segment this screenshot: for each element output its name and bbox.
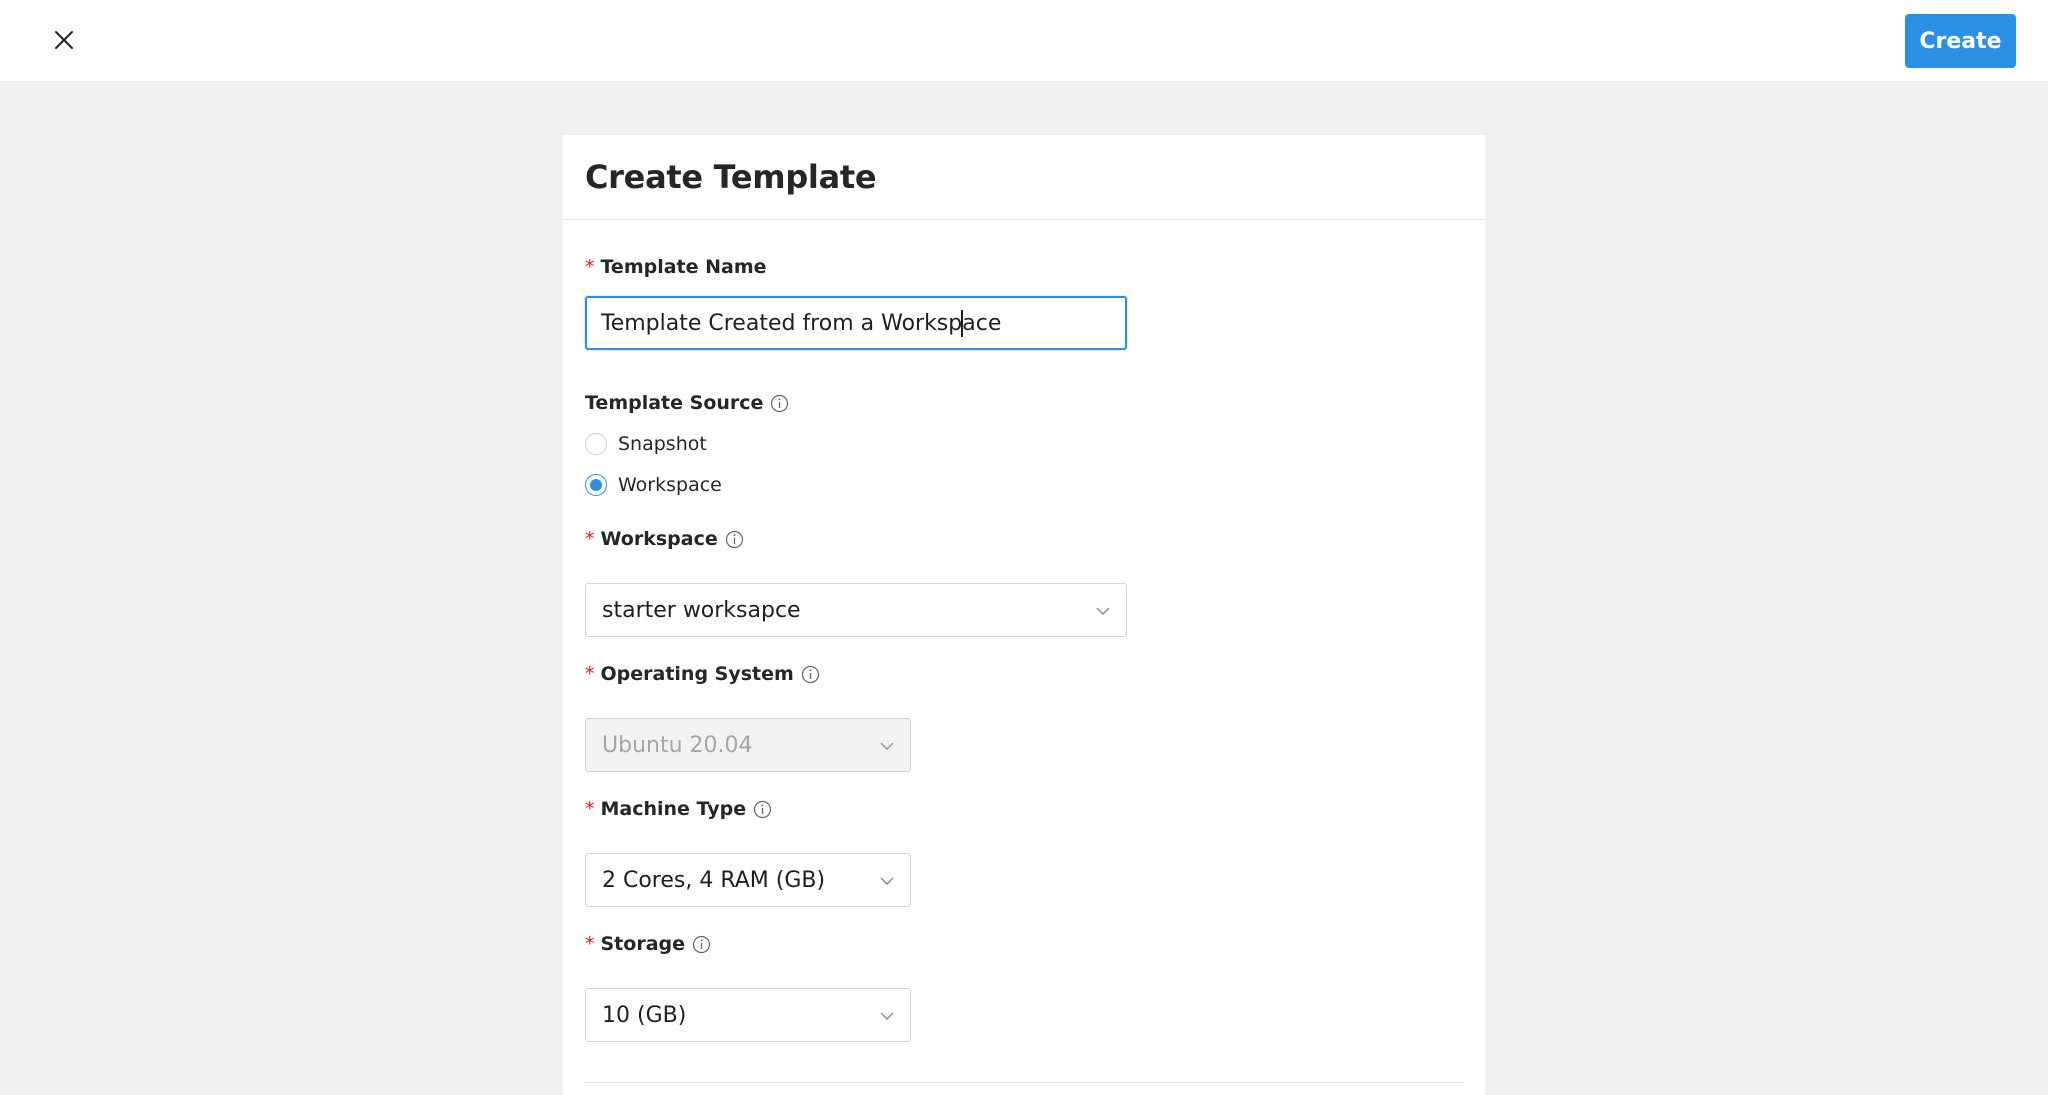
close-icon [55,31,73,49]
radio-snapshot-circle[interactable] [585,433,607,455]
info-icon[interactable] [753,800,772,819]
create-button[interactable]: Create [1905,14,2016,68]
info-icon[interactable] [725,530,744,549]
chevron-down-icon [880,877,894,885]
machine-type-label: * Machine Type [585,798,772,820]
chevron-down-icon [880,1012,894,1020]
storage-label: * Storage [585,933,711,955]
required-marker: * [585,528,595,550]
required-marker: * [585,798,595,820]
section-divider [585,1082,1463,1083]
workspace-select[interactable]: starter worksapce [585,583,1127,637]
chevron-down-icon [1096,607,1110,615]
workspace-label-text: Workspace [600,528,718,550]
storage-select-value: 10 (GB) [602,1002,687,1028]
required-marker: * [585,663,595,685]
info-icon[interactable] [692,935,711,954]
operating-system-label-text: Operating System [600,663,794,685]
info-icon[interactable] [801,665,820,684]
top-bar: Create [0,0,2048,81]
storage-select[interactable]: 10 (GB) [585,988,911,1042]
required-marker: * [585,933,595,955]
operating-system-select-value: Ubuntu 20.04 [602,732,753,758]
radio-workspace-circle[interactable] [585,474,607,496]
card-header: Create Template [563,135,1485,220]
template-name-label-text: Template Name [600,256,767,278]
workspace-select-value: starter worksapce [602,597,801,623]
chevron-down-icon [880,742,894,750]
close-button[interactable] [46,22,82,58]
radio-snapshot[interactable]: Snapshot [585,433,707,455]
template-source-label: Template Source [585,392,789,414]
operating-system-select: Ubuntu 20.04 [585,718,911,772]
operating-system-label: * Operating System [585,663,820,685]
radio-snapshot-label: Snapshot [618,433,707,455]
required-marker: * [585,256,595,278]
machine-type-label-text: Machine Type [600,798,747,820]
text-cursor [961,310,963,337]
template-source-label-text: Template Source [585,392,764,414]
workspace-label: * Workspace [585,528,744,550]
template-name-label: * Template Name [585,256,767,278]
page-title: Create Template [585,158,877,196]
template-name-input[interactable] [585,296,1127,350]
radio-workspace[interactable]: Workspace [585,474,722,496]
machine-type-select[interactable]: 2 Cores, 4 RAM (GB) [585,853,911,907]
radio-workspace-label: Workspace [618,474,722,496]
info-icon[interactable] [770,394,789,413]
machine-type-select-value: 2 Cores, 4 RAM (GB) [602,867,826,893]
storage-label-text: Storage [600,933,686,955]
create-template-card: Create Template * Template Name Template… [563,135,1485,1095]
